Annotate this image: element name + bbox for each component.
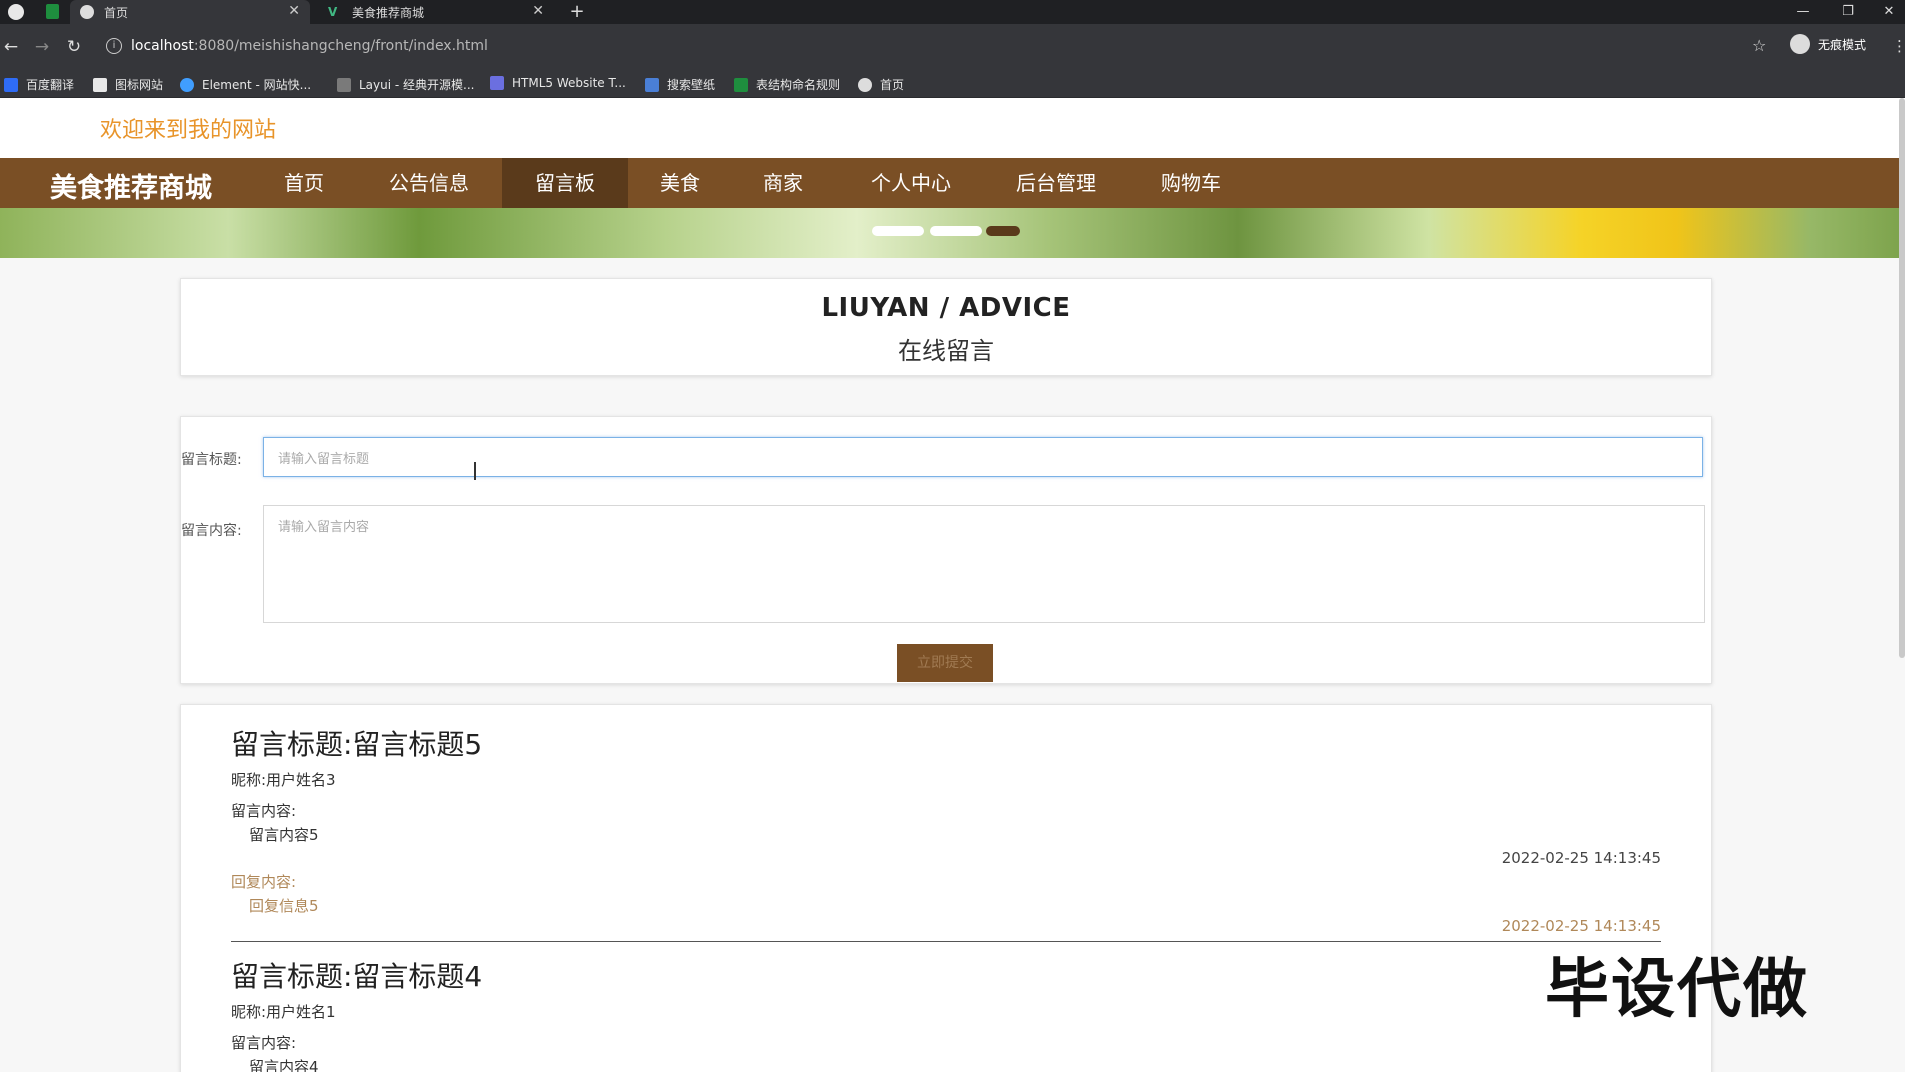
message-content-label: 留言内容:: [231, 1034, 297, 1052]
url-host: localhost: [131, 38, 194, 54]
nav-user-center[interactable]: 个人中心: [858, 158, 964, 208]
element-icon: [180, 77, 194, 92]
bookmark-item[interactable]: Element - 网站快...: [180, 76, 311, 93]
bookmark-label: 图标网站: [115, 78, 164, 92]
browser-tabbar: 首页 ✕ V 美食推荐商城 ✕ + — ❐ ✕: [0, 0, 1905, 24]
bookmark-item[interactable]: 表结构命名规则: [734, 76, 840, 93]
content-label: 留言内容:: [181, 523, 242, 539]
bookmark-label: 百度翻译: [26, 78, 75, 92]
message-title: 留言标题:留言标题5: [231, 728, 483, 761]
reply-content: 回复信息5: [249, 897, 319, 915]
nav-admin[interactable]: 后台管理: [1004, 158, 1108, 208]
carousel-dot[interactable]: [930, 226, 982, 236]
welcome-bar: 欢迎来到我的网站: [0, 98, 1905, 158]
heading-en: LIUYAN / ADVICE: [821, 293, 1071, 323]
incognito-indicator[interactable]: 无痕模式: [1790, 34, 1866, 54]
bookmark-item[interactable]: HTML5 Website T...: [490, 76, 626, 90]
translate-icon: [4, 77, 18, 92]
tab-title: 美食推荐商城: [352, 5, 425, 20]
section-heading: LIUYAN / ADVICE 在线留言: [180, 278, 1712, 376]
nav-home[interactable]: 首页: [266, 158, 342, 208]
html5-icon: [490, 76, 504, 90]
chrome-icon: [8, 4, 24, 20]
title-label: 留言标题:: [181, 452, 242, 468]
forward-icon[interactable]: →: [31, 36, 53, 58]
site-brand[interactable]: 美食推荐商城: [50, 166, 212, 205]
message-nickname: 昵称:用户姓名3: [231, 771, 336, 789]
bookmark-item[interactable]: 百度翻译: [4, 76, 74, 93]
message-list: 留言标题:留言标题5 昵称:用户姓名3 留言内容: 留言内容5 回复内容: 回复…: [180, 704, 1712, 1072]
bookmark-label: HTML5 Website T...: [512, 76, 626, 90]
nav-merchants[interactable]: 商家: [742, 158, 824, 208]
bookmark-label: 首页: [880, 78, 905, 92]
vue-icon: V: [328, 5, 338, 19]
nav-notices[interactable]: 公告信息: [370, 158, 488, 208]
watermark-text: 毕设代做: [1545, 953, 1809, 1027]
bookmark-item[interactable]: 搜索壁纸: [645, 76, 715, 93]
restore-icon[interactable]: ❐: [1828, 0, 1868, 22]
incognito-icon: [1790, 34, 1810, 54]
message-form: 留言标题: 请输入留言标题 留言内容: 请输入留言内容 立即提交: [180, 416, 1712, 684]
reply-label: 回复内容:: [231, 873, 297, 891]
welcome-text: 欢迎来到我的网站: [100, 118, 277, 143]
carousel-dot[interactable]: [872, 226, 924, 236]
message-nickname: 昵称:用户姓名1: [231, 1003, 336, 1021]
site-info-icon[interactable]: i: [106, 38, 122, 54]
bookmark-item[interactable]: 首页: [858, 76, 904, 93]
bookmark-item[interactable]: Layui - 经典开源模...: [337, 76, 474, 93]
main-nav: 美食推荐商城 首页 公告信息 留言板 美食 商家 个人中心 后台管理 购物车: [0, 158, 1905, 208]
carousel-banner: [0, 208, 1905, 258]
globe-icon: [858, 77, 872, 92]
message-content: 留言内容5: [249, 826, 319, 844]
sheet-icon: [734, 77, 748, 92]
message-content-label: 留言内容:: [231, 802, 297, 820]
window-close-icon[interactable]: ✕: [1873, 0, 1905, 22]
browser-menu-icon[interactable]: ⋮: [1892, 37, 1905, 55]
layui-icon: [337, 77, 351, 92]
message-divider: [231, 941, 1661, 942]
nav-message-board[interactable]: 留言板: [502, 158, 628, 208]
wallpaper-icon: [645, 77, 659, 92]
message-content: 留言内容4: [249, 1058, 319, 1072]
globe-icon: [80, 5, 94, 19]
message-item: 留言标题:留言标题5 昵称:用户姓名3 留言内容: 留言内容5 回复内容: 回复…: [231, 723, 1661, 935]
submit-button[interactable]: 立即提交: [897, 644, 993, 682]
bookmarks-bar: 百度翻译 图标网站 Element - 网站快... Layui - 经典开源模…: [0, 70, 1905, 98]
close-icon[interactable]: ✕: [288, 3, 300, 19]
message-time: 2022-02-25 14:13:45: [1501, 849, 1661, 867]
text-cursor-icon: [474, 462, 476, 480]
reload-icon[interactable]: ↻: [63, 36, 85, 58]
url-path: :8080/meishishangcheng/front/index.html: [193, 38, 488, 54]
tab-food-mall[interactable]: V 美食推荐商城 ✕: [318, 0, 554, 24]
bookmark-label: 表结构命名规则: [756, 78, 841, 92]
flag-icon: [93, 77, 107, 92]
bookmark-label: Element - 网站快...: [202, 78, 312, 92]
bookmark-label: 搜索壁纸: [667, 78, 716, 92]
page-scrollbar[interactable]: [1899, 98, 1905, 658]
carousel-dot-active[interactable]: [986, 226, 1020, 236]
title-input[interactable]: 请输入留言标题: [263, 437, 1703, 477]
tab-title: 首页: [104, 5, 129, 20]
reply-time: 2022-02-25 14:13:45: [1501, 917, 1661, 935]
sheets-icon[interactable]: [46, 4, 59, 19]
bookmark-star-icon[interactable]: ☆: [1752, 36, 1766, 55]
new-tab-button[interactable]: +: [557, 0, 597, 22]
url-field[interactable]: localhost:8080/meishishangcheng/front/in…: [131, 38, 488, 54]
message-title: 留言标题:留言标题4: [231, 960, 483, 993]
close-icon[interactable]: ✕: [532, 3, 544, 19]
bookmark-label: Layui - 经典开源模...: [359, 78, 475, 92]
tab-home[interactable]: 首页 ✕: [70, 0, 310, 24]
page-viewport: 欢迎来到我的网站 美食推荐商城 首页 公告信息 留言板 美食 商家 个人中心 后…: [0, 98, 1905, 1072]
back-icon[interactable]: ←: [0, 36, 22, 58]
incognito-label: 无痕模式: [1818, 37, 1867, 52]
nav-food[interactable]: 美食: [640, 158, 720, 208]
minimize-icon[interactable]: —: [1783, 0, 1823, 22]
bookmark-item[interactable]: 图标网站: [93, 76, 163, 93]
content-textarea[interactable]: 请输入留言内容: [263, 505, 1705, 623]
heading-cn: 在线留言: [898, 337, 994, 365]
nav-cart[interactable]: 购物车: [1150, 158, 1232, 208]
message-item: 留言标题:留言标题4 昵称:用户姓名1 留言内容: 留言内容4: [231, 955, 1661, 1072]
